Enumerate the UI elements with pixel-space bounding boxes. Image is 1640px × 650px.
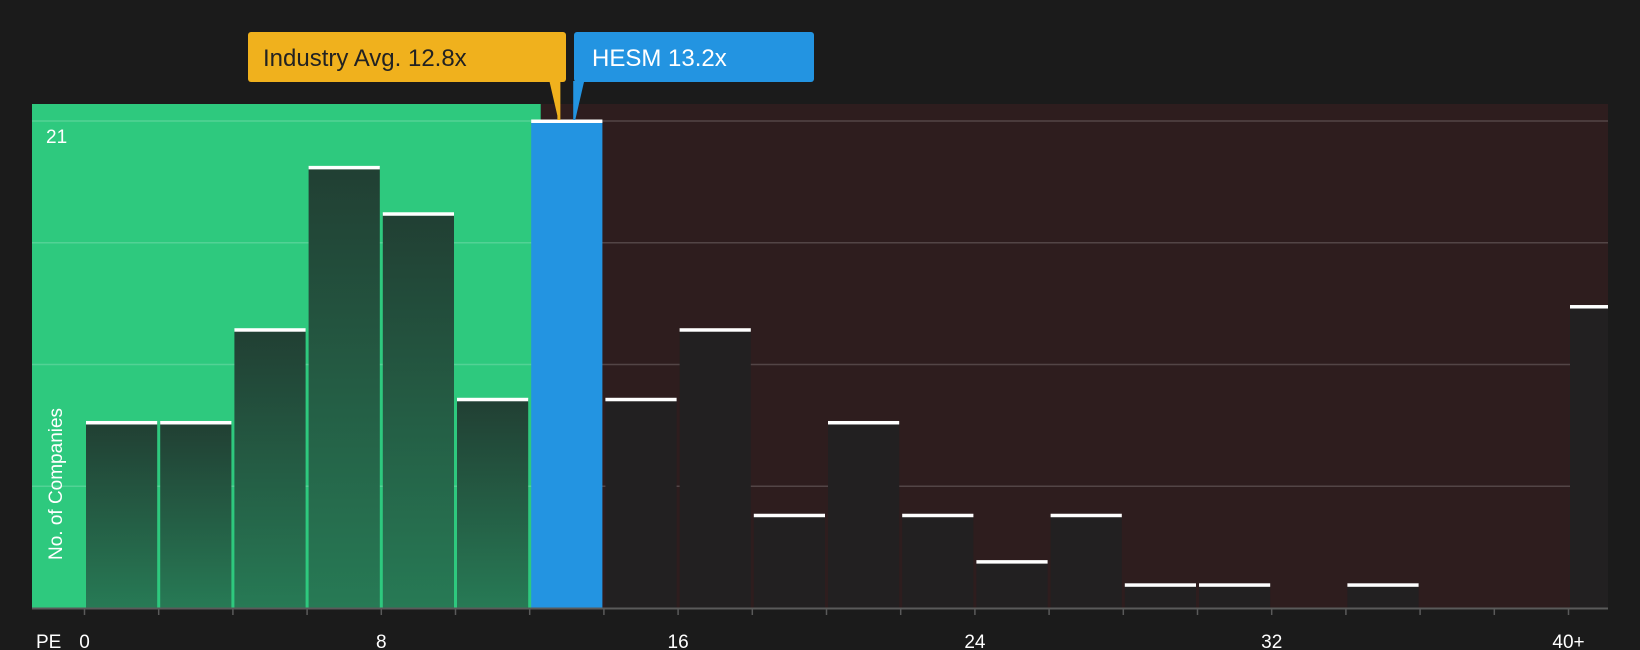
histogram-bar xyxy=(234,329,306,608)
bar-top-cap xyxy=(531,119,603,123)
bar-top-cap xyxy=(86,420,158,425)
bar-top-cap xyxy=(1347,583,1419,587)
bar-top-cap xyxy=(382,212,454,216)
histogram-bar xyxy=(160,422,232,608)
histogram-bar xyxy=(1347,584,1419,608)
x-tick-label: 24 xyxy=(964,632,986,650)
bar-top-cap xyxy=(828,420,900,425)
histogram-bar xyxy=(1050,515,1122,608)
chart-canvas: 0 8 16 24 32 40+ No. of Companies PE 21 Indus… xyxy=(32,32,1608,650)
bar-top-cap xyxy=(1570,305,1608,309)
histogram-bar xyxy=(1124,584,1196,608)
x-axis: 0 8 16 24 32 40+ xyxy=(32,607,1608,650)
industry-avg-label: Industry Avg. 12.8x xyxy=(263,45,467,72)
histogram-bar xyxy=(902,515,974,608)
bar-top-cap xyxy=(753,513,825,518)
bar-top-cap xyxy=(902,513,974,518)
histogram-bar xyxy=(457,399,529,608)
pe-distribution-chart: 0 8 16 24 32 40+ No. of Companies PE 21 Indus… xyxy=(0,0,1640,650)
histogram-bar xyxy=(382,213,454,608)
bar-top-cap xyxy=(1199,583,1271,587)
bar-top-cap xyxy=(457,397,529,402)
bar-top-cap xyxy=(308,165,380,170)
y-tick-label: 21 xyxy=(46,127,67,148)
histogram-bar xyxy=(308,167,380,608)
bar-top-cap xyxy=(679,328,751,332)
bar-top-cap xyxy=(976,560,1048,564)
histogram-bar xyxy=(753,515,825,608)
histogram-bar xyxy=(531,121,603,608)
y-axis-label: No. of Companies xyxy=(46,408,67,560)
x-tick-label: 40+ xyxy=(1552,632,1584,650)
histogram-bar xyxy=(828,422,900,608)
company-label: HESM 13.2x xyxy=(592,45,727,72)
x-tick-label: 16 xyxy=(668,632,689,650)
histogram-bar xyxy=(605,399,677,608)
bar-top-cap xyxy=(160,420,232,425)
x-tick-label: 8 xyxy=(376,632,387,650)
bar-top-cap xyxy=(605,397,677,402)
histogram-bar xyxy=(1199,584,1271,608)
bar-top-cap xyxy=(1124,583,1196,587)
histogram-bar xyxy=(1570,306,1608,608)
histogram-bar xyxy=(679,329,751,608)
histogram-bar xyxy=(976,561,1048,608)
x-tick-label: 32 xyxy=(1261,632,1282,650)
bar-top-cap xyxy=(1050,513,1122,518)
histogram-bar xyxy=(86,422,158,608)
x-axis-label: PE xyxy=(36,632,61,650)
bar-top-cap xyxy=(234,328,306,332)
x-tick-label: 0 xyxy=(79,632,90,650)
